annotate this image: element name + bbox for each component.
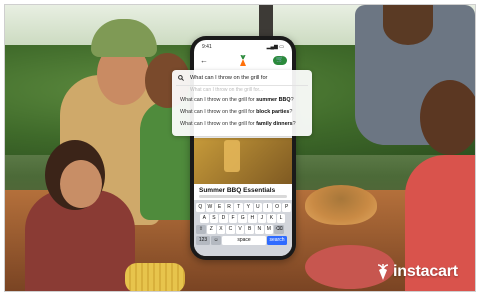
key-i[interactable]: I (263, 203, 272, 212)
suggestion-item[interactable]: What can I throw on the grill for block … (180, 109, 292, 115)
key-a[interactable]: A (200, 214, 209, 223)
search-suggestions-panel: What can I throw on the grill for What c… (172, 70, 312, 136)
status-time: 9:41 (202, 44, 212, 50)
app-topbar: ← 🛒 (194, 54, 292, 70)
numbers-key[interactable]: 123 (196, 236, 210, 245)
instacart-logo: instacart (376, 263, 458, 281)
suggestion-item[interactable]: What can I throw on the grill for family… (180, 121, 296, 127)
drink-glass (224, 140, 240, 172)
key-k[interactable]: K (267, 214, 276, 223)
key-h[interactable]: H (247, 214, 257, 223)
corn-cobs (125, 263, 185, 291)
key-o[interactable]: O (272, 203, 282, 212)
key-d[interactable]: D (219, 214, 228, 223)
card-title[interactable]: Summer BBQ Essentials (199, 187, 275, 194)
search-input[interactable]: What can I throw on the grill for (190, 75, 267, 81)
card-subtitle-placeholder (199, 195, 287, 198)
search-ghost-text: What can I throw on the grill for... (190, 87, 264, 93)
carrot-logo-icon (377, 264, 389, 280)
key-z[interactable]: Z (207, 225, 216, 234)
suggestion-item[interactable]: What can I throw on the grill for summer… (180, 97, 294, 103)
key-f[interactable]: F (228, 214, 238, 223)
logo-text: instacart (393, 263, 458, 280)
keyboard-row-2: ASDFGHJKL (200, 214, 286, 223)
on-screen-keyboard: QWERTYUIOP ASDFGHJKL ⇧ Z X C V B N M ⌫ 123 ☺ sp… (194, 200, 292, 256)
keyboard-row-4: 123 ☺ space search (196, 236, 287, 245)
laughing-woman-head (420, 80, 475, 155)
space-key[interactable]: space (222, 236, 266, 245)
bbq-food-photo (194, 138, 292, 184)
shift-key[interactable]: ⇧ (196, 225, 206, 234)
key-m[interactable]: M (264, 225, 274, 234)
child-face (60, 160, 102, 208)
carrot-icon (240, 55, 246, 66)
key-y[interactable]: Y (243, 203, 253, 212)
person-standing-head (383, 5, 433, 45)
key-l[interactable]: L (276, 214, 286, 223)
key-b[interactable]: B (245, 225, 254, 234)
search-icon (178, 75, 184, 81)
search-key[interactable]: search (267, 236, 287, 245)
salad-bowl (305, 185, 377, 225)
key-e[interactable]: E (215, 203, 224, 212)
key-v[interactable]: V (235, 225, 245, 234)
cart-icon[interactable]: 🛒 (273, 56, 287, 65)
keyboard-row-1: QWERTYUIOP (196, 203, 291, 212)
key-t[interactable]: T (234, 203, 243, 212)
key-c[interactable]: C (226, 225, 235, 234)
back-arrow-icon[interactable]: ← (200, 56, 208, 65)
key-x[interactable]: X (216, 225, 226, 234)
emoji-key[interactable]: ☺ (211, 236, 221, 245)
keyboard-row-3: ⇧ Z X C V B N M ⌫ (196, 225, 285, 234)
key-r[interactable]: R (224, 203, 234, 212)
key-n[interactable]: N (254, 225, 264, 234)
key-p[interactable]: P (282, 203, 291, 212)
key-s[interactable]: S (209, 214, 219, 223)
key-u[interactable]: U (253, 203, 263, 212)
backspace-key[interactable]: ⌫ (274, 225, 285, 234)
status-icons: ▂▄▆ ▭ (266, 44, 284, 50)
key-g[interactable]: G (238, 214, 247, 223)
key-j[interactable]: J (257, 214, 267, 223)
key-w[interactable]: W (205, 203, 215, 212)
key-q[interactable]: Q (196, 203, 205, 212)
search-bar[interactable]: What can I throw on the grill for (176, 73, 308, 86)
